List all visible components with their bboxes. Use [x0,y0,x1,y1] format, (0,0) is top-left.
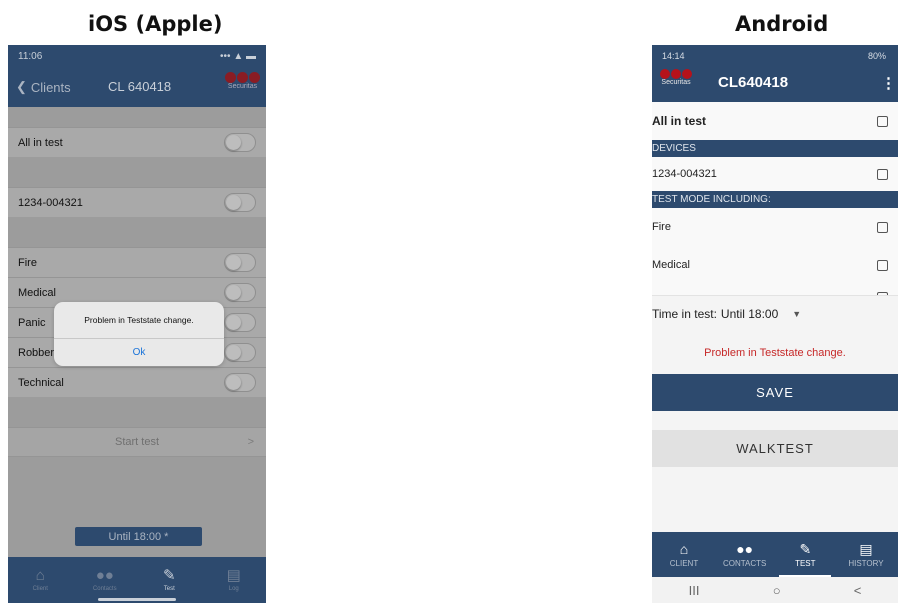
toggle-device[interactable] [224,193,256,212]
android-heading: Android [735,12,829,36]
ios-status-time: 11:06 [18,50,43,62]
home-icon: ⌂ [35,567,45,584]
android-row-label: All in test [652,114,707,128]
securitas-logo: Securitas [225,72,260,90]
android-status-bar: 14:14 80% [652,45,898,66]
error-message: Problem in Teststate change. [704,347,846,359]
time-in-test-selector[interactable]: Time in test: Until 18:00 ▼ [652,296,898,332]
android-screenshot: 14:14 80% Securitas CL640418 ⋮ All in te… [652,45,898,603]
toggle-panic[interactable] [224,313,256,332]
toggle-medical[interactable] [224,283,256,302]
ios-status-bar: 11:06 ••• ▲ ▬ [8,45,266,67]
clipboard-icon: ▤ [859,540,873,557]
android-battery: 80% [867,50,886,61]
start-test-button[interactable]: Start test > [8,427,266,457]
ios-row-fire: Fire [8,247,266,277]
error-alert-dialog: Problem in Teststate change. Ok [54,302,224,366]
start-test-label: Start test [114,436,160,448]
home-indicator [98,598,176,601]
pen-icon: ✎ [799,540,812,557]
dropdown-arrow-icon: ▼ [792,309,802,319]
ios-row-label: Technical [18,376,64,389]
contacts-icon: ●● [95,567,114,584]
clipboard-icon: ▤ [226,567,241,584]
checkbox-partial[interactable] [877,292,888,295]
android-system-nav: III ○ < [652,577,898,603]
time-label: Time in test: [652,307,717,321]
ios-row-all-in-test: All in test [8,127,266,157]
android-page-title: CL640418 [718,74,789,91]
android-status-time: 14:14 [662,50,685,61]
android-row-device: 1234-004321 [652,157,898,191]
chevron-right-icon: > [247,436,254,448]
ios-row-technical: Technical [8,367,266,397]
toggle-fire[interactable] [224,253,256,272]
tab-history[interactable]: ▤ HISTORY [840,532,892,577]
ios-row-label: Medical [18,286,56,299]
android-row-medical: Medical [652,246,898,284]
ios-back-label: Clients [30,79,71,95]
checkbox-medical[interactable] [877,259,888,271]
ios-row-label: 1234-004321 [18,196,83,209]
alert-message: Problem in Teststate change. [54,302,224,339]
ios-nav-bar: ❮ Clients CL 640418 Securitas [8,67,266,107]
ios-back-button[interactable]: ❮ Clients [16,79,71,95]
android-row-label: Medical [652,259,690,271]
section-test-mode: TEST MODE INCLUDING: [652,191,898,208]
tab-client[interactable]: ⌂ Client [15,568,65,592]
android-row-all-in-test: All in test [652,102,898,140]
save-button[interactable]: SAVE [652,374,898,411]
tab-test[interactable]: ✎ TEST [779,532,832,577]
tab-test[interactable]: ✎ Test [144,568,194,592]
home-button[interactable]: ○ [773,583,781,598]
recents-button[interactable]: III [689,583,700,598]
until-time-button[interactable]: Until 18:00 * [75,527,202,546]
toggle-all-in-test[interactable] [224,133,256,152]
contacts-icon: ●● [736,540,754,557]
tab-contacts[interactable]: ●● CONTACTS [719,532,771,577]
back-button[interactable]: < [854,583,862,598]
toggle-technical[interactable] [224,373,256,392]
checkbox-fire[interactable] [877,221,888,233]
android-row-label: Fire [652,221,671,233]
overflow-menu-icon[interactable]: ⋮ [881,74,896,92]
time-value: Until 18:00 [720,307,779,321]
alert-ok-button[interactable]: Ok [54,339,224,366]
chevron-left-icon: ❮ [16,79,27,94]
android-app-bar: Securitas CL640418 ⋮ [652,66,898,102]
ios-screenshot: 11:06 ••• ▲ ▬ ❮ Clients CL 640418 Securi… [8,45,266,603]
tab-contacts[interactable]: ●● Contacts [80,568,130,592]
toggle-robbery[interactable] [224,343,256,362]
ios-tab-bar: ⌂ Client ●● Contacts ✎ Test ▤ Log [8,557,266,603]
pen-icon: ✎ [162,567,176,584]
section-devices: DEVICES [652,140,898,157]
list-scroll-clip [652,284,898,296]
walktest-button[interactable]: WALKTEST [652,430,898,467]
securitas-logo: Securitas [660,69,692,86]
checkbox-all-in-test[interactable] [877,115,888,127]
ios-heading: iOS (Apple) [88,12,223,36]
home-icon: ⌂ [679,540,689,557]
ios-row-label: Fire [18,256,37,269]
ios-row-device: 1234-004321 [8,187,266,217]
checkbox-device[interactable] [877,168,888,180]
ios-row-label: Panic [18,316,46,329]
tab-log[interactable]: ▤ Log [209,568,259,592]
ios-status-icons: ••• ▲ ▬ [220,50,256,62]
android-tab-bar: ⌂ CLIENT ●● CONTACTS ✎ TEST ▤ HISTORY [652,532,898,577]
ios-row-label: All in test [18,136,63,149]
android-row-fire: Fire [652,208,898,246]
android-row-label: 1234-004321 [652,168,717,180]
ios-page-title: CL 640418 [108,79,172,94]
tab-client[interactable]: ⌂ CLIENT [658,532,710,577]
